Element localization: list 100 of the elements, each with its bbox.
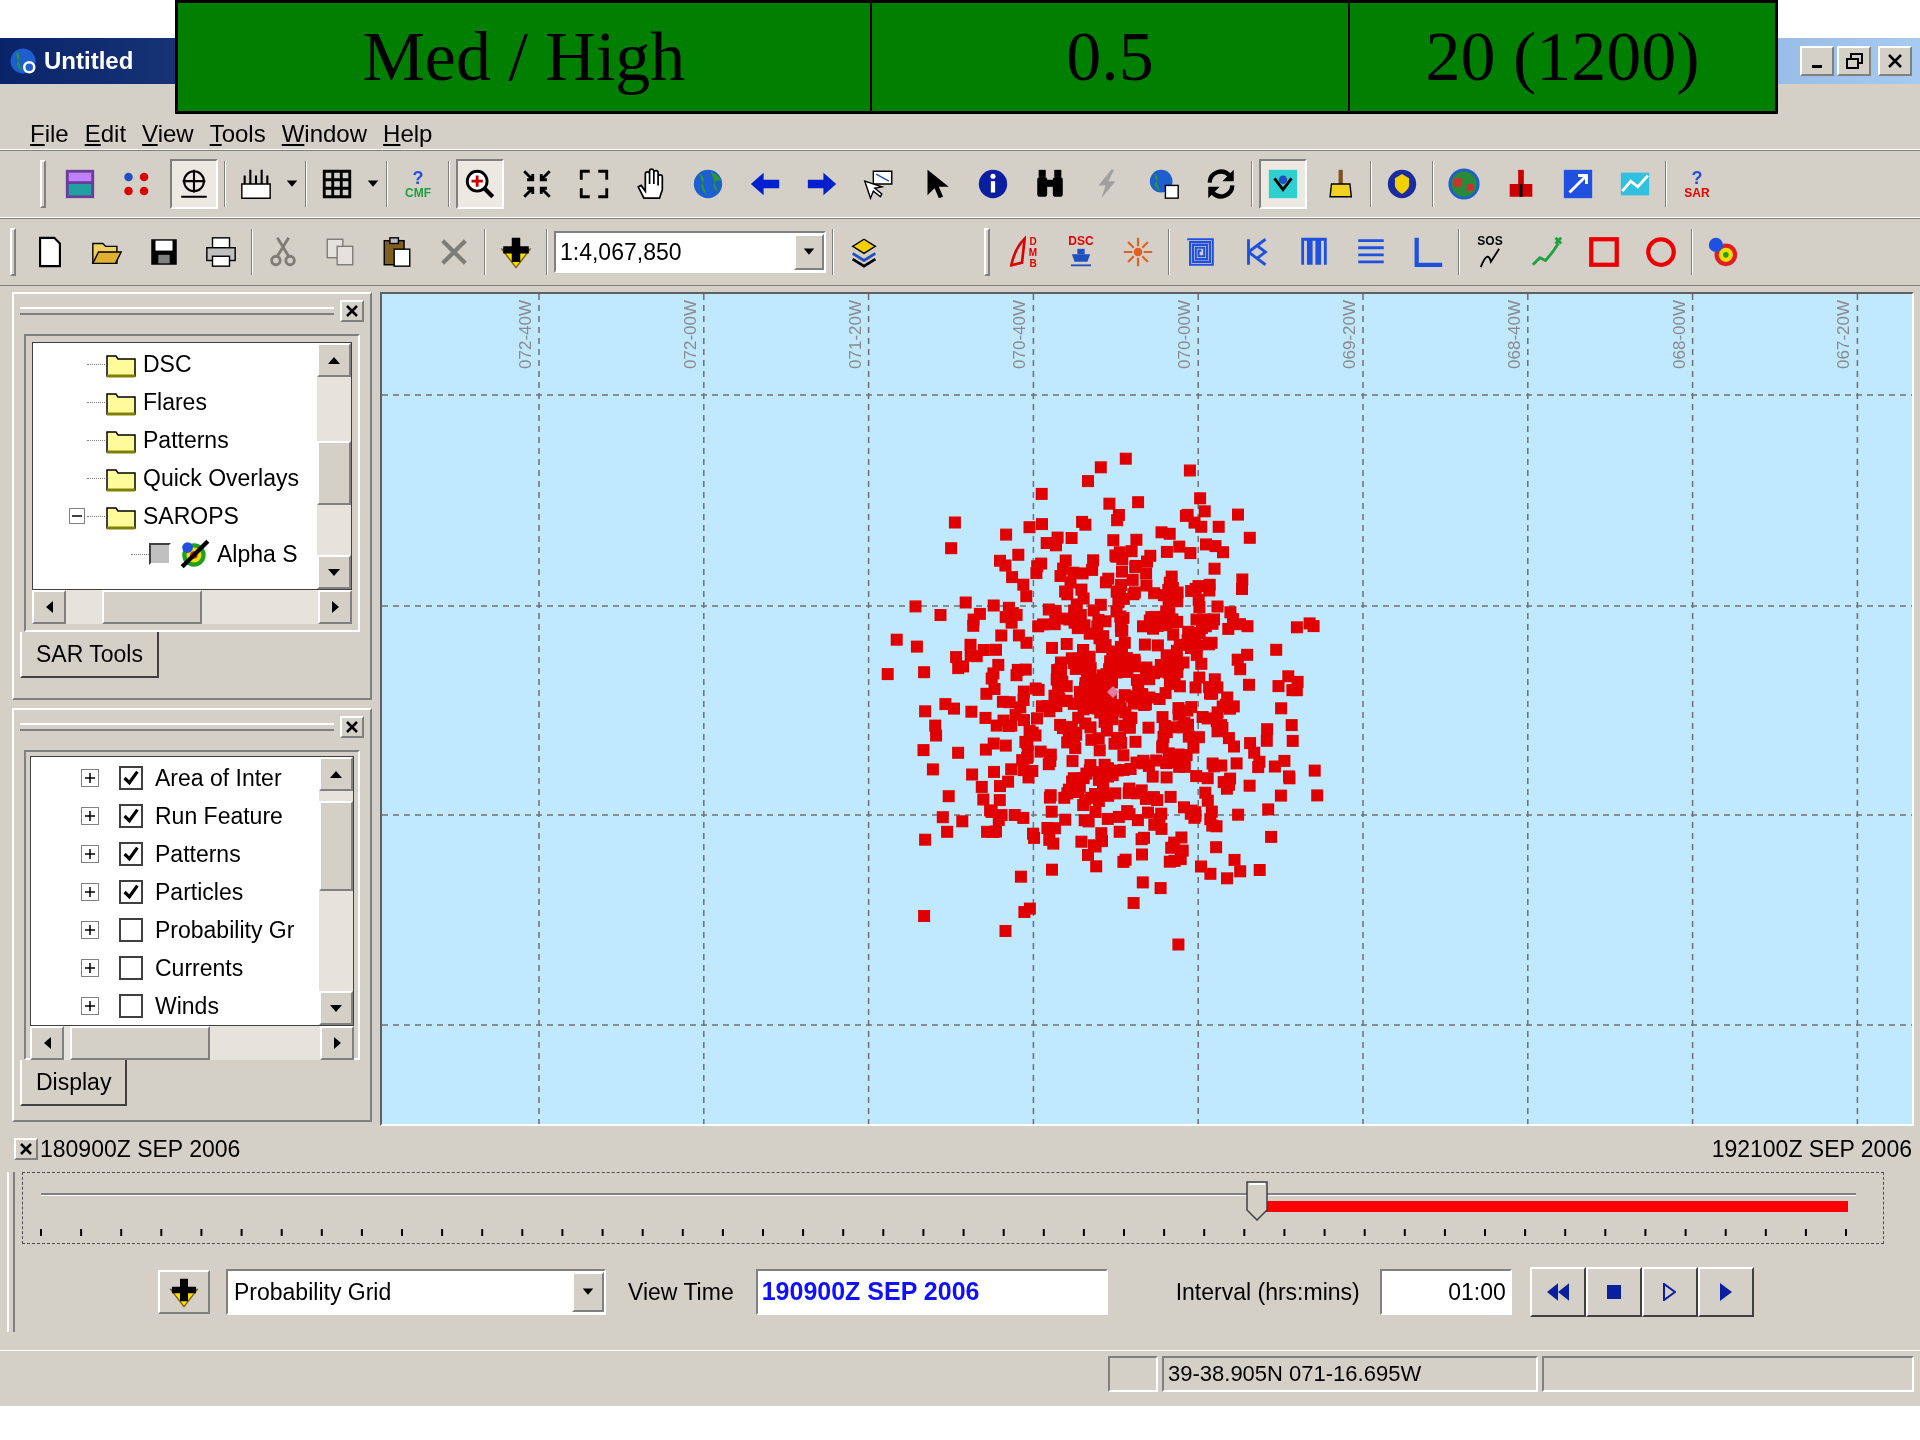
plus-icon xyxy=(85,963,95,973)
plus-icon xyxy=(85,925,95,935)
tree-expander[interactable] xyxy=(81,883,99,901)
up-arrow-icon xyxy=(328,356,340,364)
panel-grip[interactable] xyxy=(20,307,334,315)
rewind-button[interactable] xyxy=(1529,1267,1586,1317)
play-button[interactable] xyxy=(1641,1267,1698,1317)
panel-grip[interactable] xyxy=(20,723,334,731)
plus-icon xyxy=(85,811,95,821)
tree-item[interactable]: Alpha S xyxy=(217,536,300,572)
printer-icon xyxy=(204,235,238,269)
time-slider[interactable] xyxy=(22,1172,1884,1244)
panel-tab[interactable]: SAR Tools xyxy=(20,632,159,678)
layer-checkbox[interactable] xyxy=(119,804,143,828)
close-button[interactable] xyxy=(14,1138,38,1160)
layer-label[interactable]: Probability Gr xyxy=(155,912,295,948)
interval-field[interactable]: 01:00 xyxy=(1379,1269,1512,1315)
tree-expander[interactable] xyxy=(81,997,99,1015)
field-label: Interval (hrs:mins) xyxy=(1175,1277,1360,1307)
layer-checkbox[interactable] xyxy=(119,842,143,866)
close-icon xyxy=(20,1143,32,1155)
shield-globe-icon xyxy=(1385,167,1419,201)
tree-item[interactable]: SAROPS xyxy=(143,498,241,534)
layer-label[interactable]: Currents xyxy=(155,950,244,986)
banner-text: 0.5 xyxy=(1066,22,1154,92)
layer-label[interactable]: Patterns xyxy=(155,836,241,872)
slider-thumb[interactable] xyxy=(1246,1181,1269,1221)
scale-dropdown[interactable]: 1:4,067,850 xyxy=(554,231,826,273)
menu-item[interactable]: Help xyxy=(383,116,433,152)
horizontal-scrollbar[interactable] xyxy=(30,1026,354,1060)
tree-expander[interactable] xyxy=(69,508,85,524)
vertical-scrollbar[interactable] xyxy=(319,757,353,1025)
menu-item[interactable]: Edit xyxy=(84,116,127,152)
restore-button[interactable] xyxy=(1837,46,1871,76)
layer-checkbox[interactable] xyxy=(119,918,143,942)
collapse-arrows-icon xyxy=(520,167,554,201)
tree-item[interactable]: Patterns xyxy=(143,422,231,458)
plus-icon xyxy=(85,773,95,783)
tree-expander[interactable] xyxy=(81,845,99,863)
menu-item[interactable]: Tools xyxy=(209,116,266,152)
info-icon xyxy=(976,167,1010,201)
tree-item[interactable]: Quick Overlays xyxy=(143,460,301,496)
view-time-field[interactable]: 190900Z SEP 2006 xyxy=(755,1269,1108,1315)
vertical-scrollbar[interactable] xyxy=(317,343,351,589)
layer-label[interactable]: Area of Inter xyxy=(155,760,282,796)
restore-icon xyxy=(1845,53,1863,69)
logo-icon xyxy=(63,167,97,201)
horizontal-scrollbar[interactable] xyxy=(32,590,352,624)
longitude-label: 070-00W xyxy=(1176,300,1194,369)
tree-item[interactable]: DSC xyxy=(143,346,194,382)
toolbar-button[interactable] xyxy=(1259,159,1307,209)
layer-checkbox[interactable] xyxy=(119,766,143,790)
globe-icon xyxy=(1447,167,1481,201)
menu-item[interactable]: Window xyxy=(281,116,368,152)
plus-icon xyxy=(85,849,95,859)
window-title: Untitled xyxy=(44,46,134,76)
field-value: 01:00 xyxy=(1448,1277,1506,1307)
step-forward-button[interactable] xyxy=(1697,1267,1754,1317)
minimize-icon xyxy=(1812,64,1822,68)
close-button[interactable] xyxy=(1878,46,1912,76)
layer-checkbox[interactable] xyxy=(119,956,143,980)
layer-checkbox[interactable] xyxy=(149,543,171,565)
left-arrow-icon xyxy=(43,1037,51,1049)
tree-expander[interactable] xyxy=(81,921,99,939)
menu-item[interactable]: View xyxy=(142,116,194,152)
menu-item[interactable]: File xyxy=(30,116,69,152)
curve-icon xyxy=(1010,235,1026,269)
layer-checkbox[interactable] xyxy=(119,880,143,904)
down-arrow-icon xyxy=(330,1004,342,1012)
layer-label[interactable]: Winds xyxy=(155,988,219,1024)
layer-checkbox[interactable] xyxy=(119,994,143,1018)
close-button[interactable] xyxy=(340,716,364,738)
dropdown-value: Probability Grid xyxy=(233,1277,393,1307)
layer-label[interactable]: Run Feature xyxy=(155,798,283,834)
close-button[interactable] xyxy=(340,300,364,322)
layer-dropdown[interactable]: Probability Grid xyxy=(226,1269,606,1315)
toolbar-grip[interactable] xyxy=(7,1172,15,1332)
check-icon xyxy=(123,884,139,900)
toolbar-button[interactable]: ? CMF xyxy=(394,159,442,209)
toolbar-button[interactable]: ? SAR xyxy=(1673,159,1721,209)
add-layer-button[interactable] xyxy=(158,1270,210,1314)
toolbar-button[interactable]: SOS xyxy=(1466,227,1514,277)
field-value: 190900Z SEP 2006 xyxy=(760,1276,980,1308)
tree-item[interactable]: Flares xyxy=(143,384,209,420)
cursor-coordinates: 39-38.905N 071-16.695W xyxy=(1168,1360,1422,1388)
toolbar-button[interactable] xyxy=(456,159,504,209)
layer-label[interactable]: Particles xyxy=(155,874,244,910)
longitude-label: 068-00W xyxy=(1670,300,1688,369)
start-time: 180900Z SEP 2006 xyxy=(40,1134,241,1164)
tree-expander[interactable] xyxy=(81,959,99,977)
right-arrow-icon xyxy=(331,601,339,613)
longitude-label: 071-20W xyxy=(846,300,864,369)
tree-expander[interactable] xyxy=(81,769,99,787)
minimize-button[interactable] xyxy=(1800,46,1834,76)
stop-button[interactable] xyxy=(1585,1267,1642,1317)
left-arrow-icon xyxy=(45,601,53,613)
tree-expander[interactable] xyxy=(81,807,99,825)
panel-tab[interactable]: Display xyxy=(20,1060,128,1106)
longitude-label: 067-20W xyxy=(1835,300,1853,369)
toolbar-button[interactable] xyxy=(170,159,218,209)
